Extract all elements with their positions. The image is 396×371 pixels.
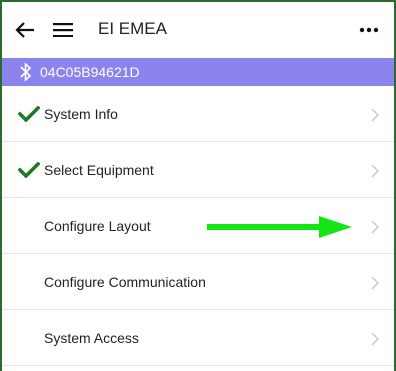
more-options-icon xyxy=(359,27,379,33)
menu-button[interactable] xyxy=(46,15,80,45)
menu-item-system-info[interactable]: System Info xyxy=(2,86,394,142)
back-button[interactable] xyxy=(10,15,40,45)
more-options-button[interactable] xyxy=(356,15,382,45)
device-bar: 04C05B94621D xyxy=(2,58,394,86)
menu-item-label: Configure Layout xyxy=(44,218,151,234)
device-id: 04C05B94621D xyxy=(40,64,140,80)
setup-menu-list: System Info Select Equipment Configure L… xyxy=(2,86,394,366)
checkmark-icon xyxy=(18,106,40,122)
menu-item-select-equipment[interactable]: Select Equipment xyxy=(2,142,394,198)
menu-item-label: System Info xyxy=(44,106,118,122)
menu-item-configure-layout[interactable]: Configure Layout xyxy=(2,198,394,254)
chevron-right-icon xyxy=(371,220,379,234)
green-arrow-annotation-icon xyxy=(207,216,352,238)
page-title: EI EMEA xyxy=(98,19,167,38)
chevron-right-icon xyxy=(371,108,379,122)
chevron-right-icon xyxy=(371,332,379,346)
back-arrow-icon xyxy=(15,22,34,38)
app-frame: EI EMEA 04C05B94621D System Info Select … xyxy=(0,0,396,371)
chevron-right-icon xyxy=(371,164,379,178)
menu-item-label: System Access xyxy=(44,330,139,346)
menu-item-system-access[interactable]: System Access xyxy=(2,310,394,366)
bluetooth-icon xyxy=(20,62,32,82)
checkmark-icon xyxy=(18,162,40,178)
menu-item-configure-communication[interactable]: Configure Communication xyxy=(2,254,394,310)
hamburger-menu-icon xyxy=(53,23,73,37)
chevron-right-icon xyxy=(371,276,379,290)
app-header: EI EMEA xyxy=(2,2,394,58)
menu-item-label: Configure Communication xyxy=(44,274,206,290)
menu-item-label: Select Equipment xyxy=(44,162,154,178)
